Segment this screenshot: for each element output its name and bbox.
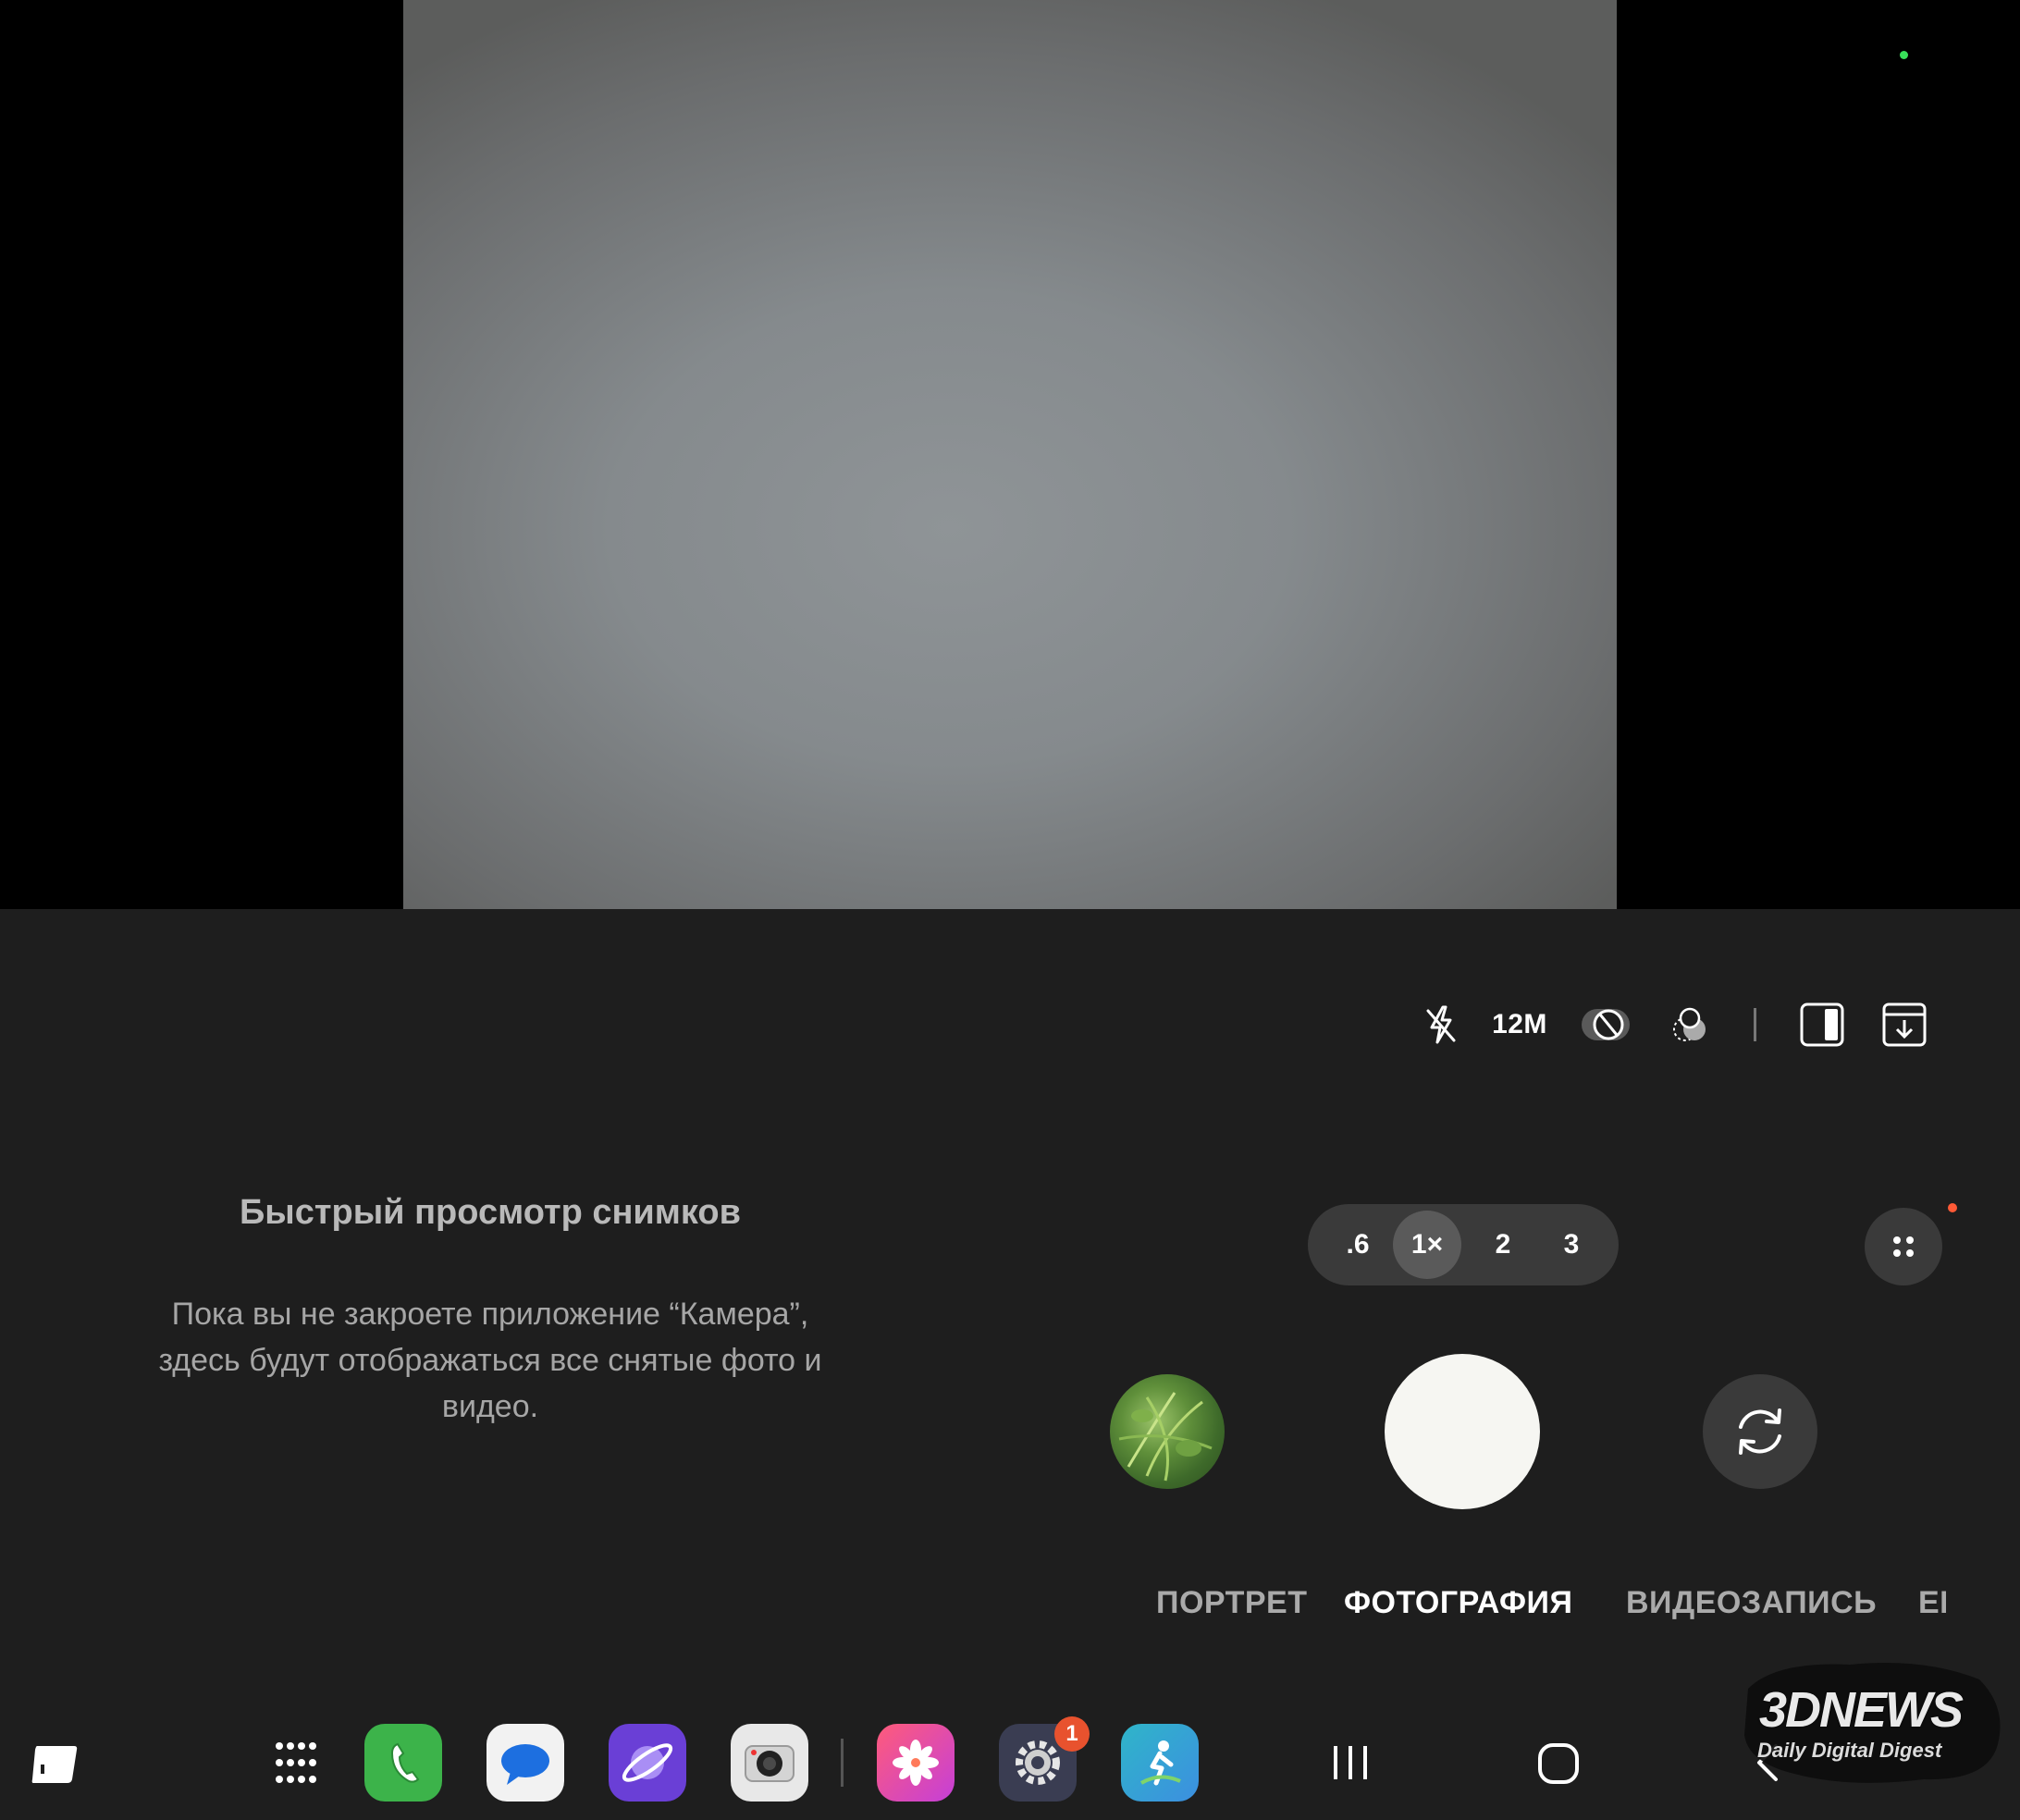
mode-more[interactable]: ЕЩЁ — [1918, 1585, 1946, 1621]
quick-preview-description: Пока вы не закроете приложение “Камера”,… — [158, 1297, 822, 1424]
gallery-icon[interactable] — [877, 1724, 955, 1802]
internet-icon[interactable] — [609, 1724, 686, 1802]
shutter-button[interactable] — [1385, 1354, 1540, 1509]
mode-portrait[interactable]: ПОРТРЕТ — [1156, 1585, 1308, 1621]
camera-viewfinder[interactable] — [403, 0, 1617, 909]
quick-preview-title: Быстрый просмотр снимков — [239, 1193, 741, 1232]
motion-photo-off-icon[interactable] — [1580, 1003, 1632, 1046]
zoom-option-2[interactable]: 2 — [1469, 1211, 1537, 1279]
zoom-option-0-6[interactable]: .6 — [1324, 1211, 1392, 1279]
settings-notification-badge: 1 — [1054, 1716, 1090, 1752]
camera-icon[interactable] — [731, 1724, 808, 1802]
home-icon[interactable] — [1537, 1742, 1580, 1785]
messages-icon[interactable] — [487, 1724, 564, 1802]
fitness-icon[interactable] — [1121, 1724, 1199, 1802]
mode-video[interactable]: ВИДЕОЗАПИСЬ — [1626, 1585, 1877, 1621]
switch-camera-icon — [1739, 1408, 1781, 1455]
resolution-button[interactable]: 12M — [1487, 1003, 1552, 1046]
zoom-option-3[interactable]: 3 — [1537, 1211, 1606, 1279]
more-options-button[interactable] — [1865, 1208, 1942, 1285]
notification-dot — [1948, 1203, 1957, 1212]
zoom-option-1x[interactable]: 1× — [1393, 1211, 1461, 1279]
toolbar-divider — [1750, 1003, 1759, 1046]
apps-grid-icon[interactable] — [257, 1724, 335, 1802]
aspect-ratio-icon[interactable] — [1799, 1002, 1845, 1047]
phone-icon[interactable] — [364, 1724, 442, 1802]
watermark-tagline: Daily Digital Digest — [1757, 1739, 1942, 1762]
mode-photo[interactable]: ФОТОГРАФИЯ — [1344, 1585, 1572, 1621]
save-options-icon[interactable] — [1881, 1002, 1928, 1047]
camera-in-use-indicator — [1900, 51, 1908, 59]
filters-icon[interactable] — [1665, 1003, 1713, 1046]
taskbar-divider — [841, 1739, 844, 1787]
edge-panel-handle[interactable] — [30, 1742, 80, 1785]
watermark-brand: 3DNEWS — [1759, 1682, 1964, 1738]
resolution-label: 12M — [1492, 1009, 1547, 1039]
grid-dots-icon — [1893, 1236, 1914, 1257]
recents-icon[interactable] — [1328, 1740, 1373, 1785]
switch-camera-button[interactable] — [1703, 1374, 1817, 1489]
flash-off-icon[interactable] — [1418, 1003, 1464, 1046]
gallery-thumbnail[interactable] — [1110, 1374, 1225, 1489]
